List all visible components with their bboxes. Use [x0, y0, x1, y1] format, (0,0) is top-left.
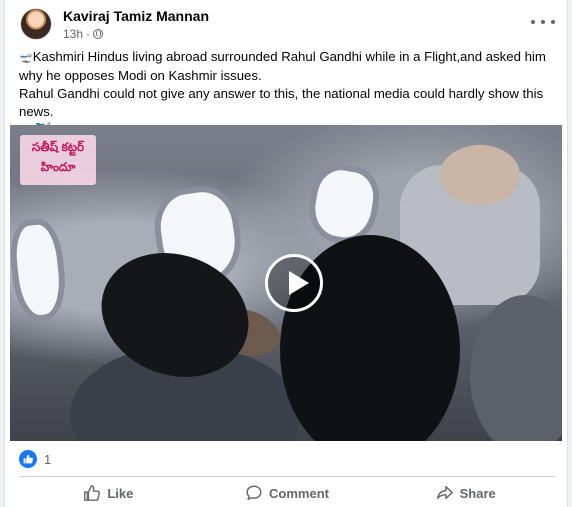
author-name[interactable]: Kaviraj Tamiz Mannan — [63, 8, 209, 24]
post-header: Kaviraj Tamiz Mannan 13h · — [15, 6, 555, 41]
thumbs-up-icon — [84, 485, 101, 501]
thumbs-up-glyph — [23, 454, 33, 464]
comment-button[interactable]: Comment — [198, 480, 377, 506]
airplane-departure-icon: 🛫 — [19, 52, 33, 64]
passenger-figure — [440, 145, 520, 205]
post-text-line-1-body: Kashmiri Hindus living abroad surrounded… — [19, 49, 546, 83]
meta-separator: · — [86, 27, 91, 41]
watermark-line-1: సతీష్ కట్టర్ — [31, 140, 85, 154]
more-dot — [531, 20, 535, 24]
like-label: Like — [107, 485, 134, 501]
post-text-line-2: Rahul Gandhi could not give any answer t… — [19, 86, 544, 119]
thumbs-up-icon — [19, 450, 37, 468]
share-button[interactable]: Share — [376, 480, 555, 506]
video-watermark: సతీష్ కట్టర్ హిందూ — [20, 135, 96, 185]
globe-icon — [93, 29, 104, 39]
more-dot — [551, 20, 555, 24]
reactions-summary[interactable]: 1 — [19, 448, 51, 470]
play-icon[interactable] — [265, 254, 323, 312]
more-options-icon[interactable] — [531, 14, 555, 30]
more-dot — [541, 20, 545, 24]
post-actions-bar: Like Comment Share — [19, 480, 555, 506]
author-avatar[interactable] — [20, 8, 52, 40]
post-time[interactable]: 13h — [63, 27, 83, 41]
like-button[interactable]: Like — [19, 480, 198, 506]
watermark-line-2: హిందూ — [40, 160, 76, 174]
post-meta: 13h · — [63, 27, 104, 41]
video-player[interactable]: సతీష్ కట్టర్ హిందూ — [10, 125, 562, 441]
post-text-line-1: 🛫Kashmiri Hindus living abroad surrounde… — [19, 48, 564, 85]
actions-divider — [19, 476, 555, 477]
reaction-count: 1 — [44, 451, 52, 467]
post-card: Kaviraj Tamiz Mannan 13h · 🛫Kashmiri Hin… — [4, 0, 568, 507]
share-label: Share — [459, 485, 496, 501]
share-arrow-icon — [436, 485, 453, 500]
comment-label: Comment — [269, 485, 329, 501]
comment-bubble-icon — [246, 485, 262, 501]
